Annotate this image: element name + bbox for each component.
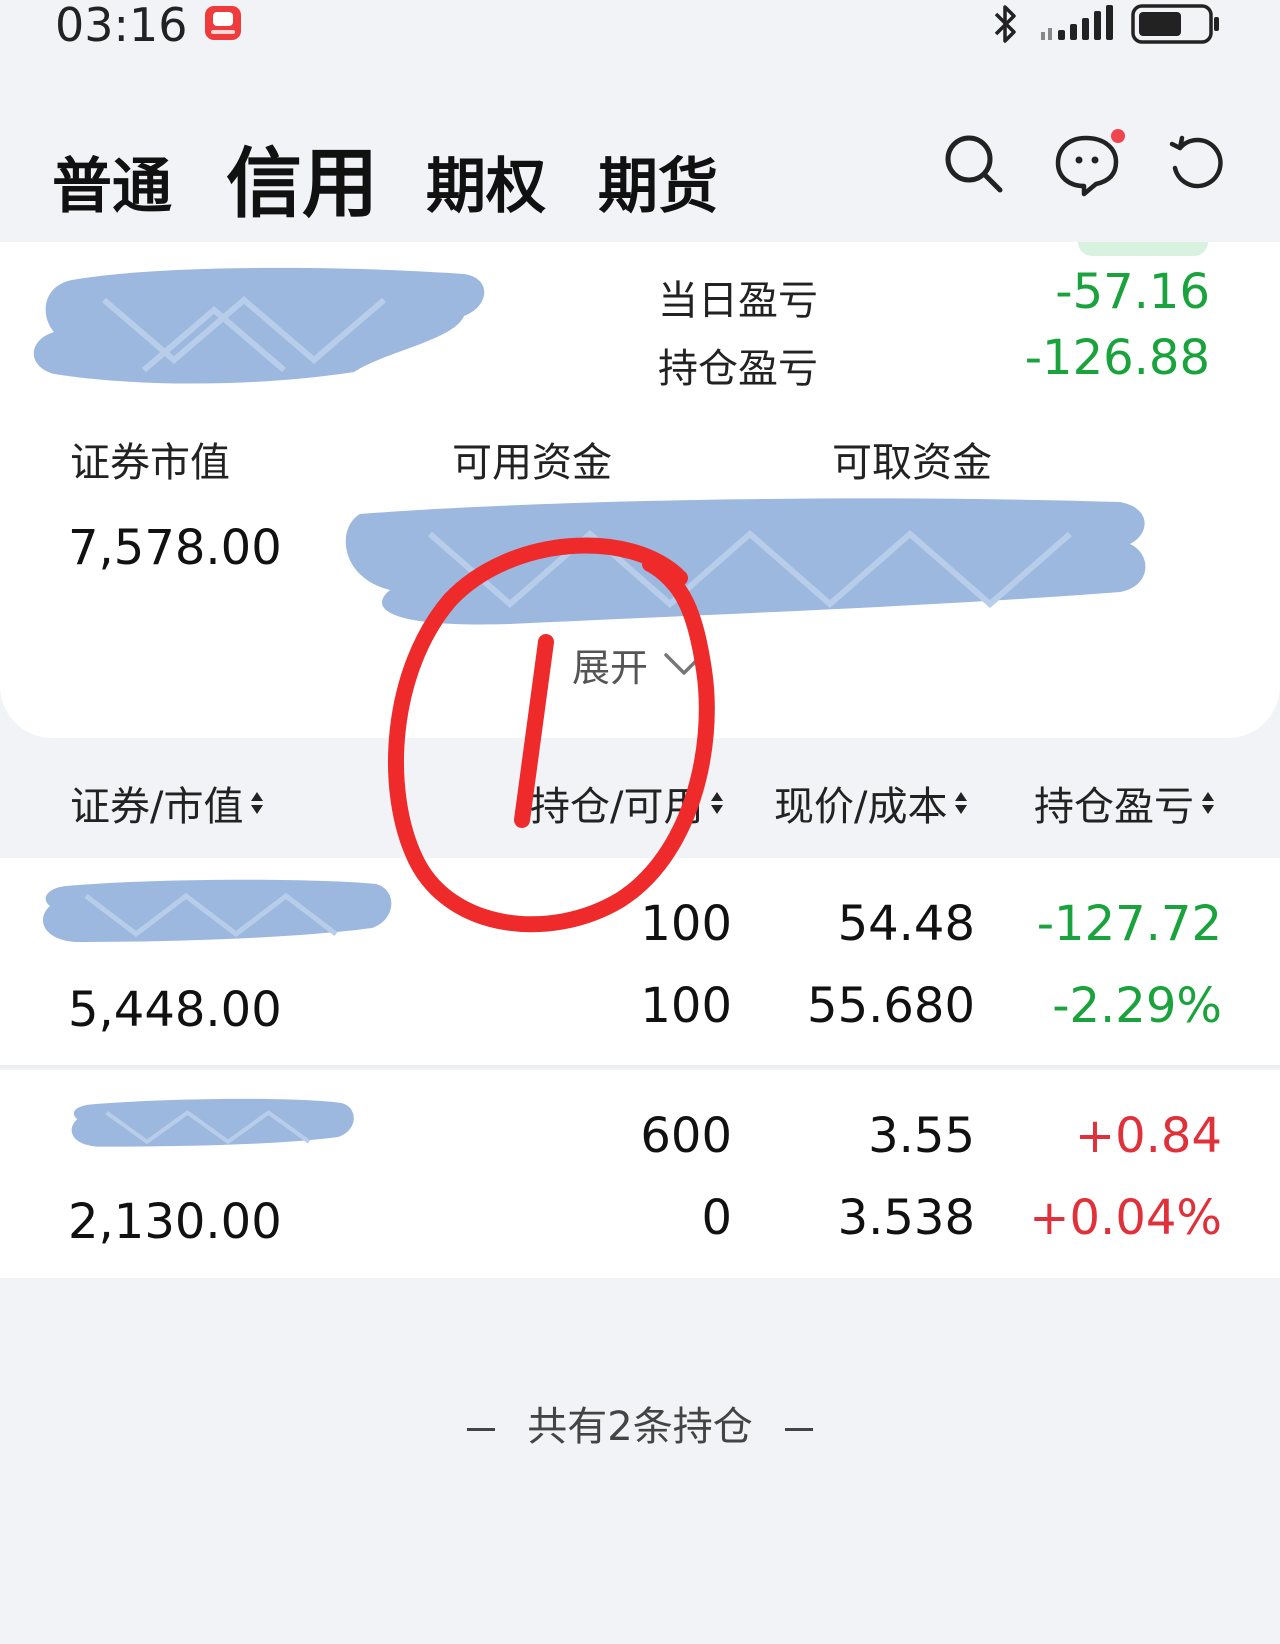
position-pl-pct: +0.04% — [1029, 1190, 1222, 1246]
tab-normal[interactable]: 普通 — [52, 138, 172, 225]
holding-row[interactable]: 5,448.00 100 100 54.48 55.680 -127.72 -2… — [0, 858, 1280, 1068]
app-root: 03:16 普通 信用 期权 期货 当日盈亏 -57.16 持仓盈亏 -126.… — [0, 0, 1280, 1644]
tab-credit[interactable]: 信用 — [226, 122, 378, 232]
holding-row[interactable]: 2,130.00 600 0 3.55 3.538 +0.84 +0.04% — [0, 1070, 1280, 1278]
redacted-account-name — [33, 267, 485, 384]
refresh-icon[interactable] — [1166, 132, 1230, 196]
redacted-security-name — [71, 1098, 354, 1147]
divider — [784, 1427, 813, 1431]
market-value: 2,130.00 — [68, 1194, 282, 1250]
sort-icon — [251, 792, 264, 814]
available-qty: 0 — [701, 1190, 732, 1246]
col-security-value-label: 证券/市值 — [70, 784, 244, 830]
daily-pl-label: 当日盈亏 — [658, 278, 818, 324]
redacted-security-name — [42, 879, 392, 942]
chat-icon[interactable] — [1052, 128, 1132, 198]
withdrawable-funds-label: 可取资金 — [832, 440, 992, 486]
daily-pl-value: -57.16 — [1055, 264, 1210, 320]
position-pl-value: -126.88 — [1024, 330, 1210, 386]
col-position-available[interactable]: 持仓/可用 — [530, 774, 725, 832]
divider — [467, 1427, 496, 1431]
bluetooth-icon — [994, 5, 1016, 43]
redacted-funds — [345, 498, 1146, 625]
tab-options[interactable]: 期权 — [426, 138, 546, 225]
cost-price: 55.680 — [807, 978, 975, 1034]
cost-price: 3.538 — [837, 1190, 975, 1246]
header: 普通 信用 期权 期货 — [0, 70, 1280, 242]
col-price-cost[interactable]: 现价/成本 — [774, 774, 969, 832]
tab-futures[interactable]: 期货 — [598, 138, 718, 225]
chevron-down-icon — [664, 653, 704, 675]
status-time: 03:16 — [55, 0, 188, 52]
sort-icon — [1202, 792, 1214, 814]
expand-label: 展开 — [572, 645, 649, 690]
expand-button[interactable]: 展开 — [572, 634, 706, 694]
status-bar: 03:16 — [0, 0, 1280, 62]
battery-icon — [1131, 4, 1219, 44]
holdings-table-header: 证券/市值 持仓/可用 现价/成本 持仓盈亏 — [0, 738, 1280, 858]
position-pl: -127.72 — [1036, 896, 1222, 952]
current-price: 54.48 — [837, 896, 975, 952]
signal-icon — [1041, 5, 1113, 40]
securities-value: 7,578.00 — [68, 520, 282, 576]
securities-value-label: 证券市值 — [70, 440, 230, 486]
app-badge-icon — [205, 6, 241, 40]
notification-dot — [1111, 129, 1125, 143]
current-price: 3.55 — [868, 1108, 975, 1164]
col-security-value[interactable]: 证券/市值 — [70, 774, 265, 832]
col-position-pl-label: 持仓盈亏 — [1034, 784, 1194, 830]
holdings-count-note: 共有2条持仓 — [0, 1394, 1280, 1452]
position-qty: 100 — [640, 896, 732, 952]
search-icon[interactable] — [940, 130, 1006, 196]
position-pl-label: 持仓盈亏 — [658, 346, 818, 392]
col-position-available-label: 持仓/可用 — [530, 784, 704, 830]
available-funds-label: 可用资金 — [452, 440, 612, 486]
col-position-pl[interactable]: 持仓盈亏 — [1034, 774, 1216, 832]
account-summary-card: 当日盈亏 -57.16 持仓盈亏 -126.88 证券市值 可用资金 可取资金 … — [0, 242, 1280, 738]
sort-icon — [955, 792, 968, 814]
holdings-count-label: 共有2条持仓 — [527, 1404, 753, 1450]
col-price-cost-label: 现价/成本 — [774, 784, 948, 830]
market-value: 5,448.00 — [68, 982, 282, 1038]
position-pl-pct: -2.29% — [1052, 978, 1222, 1034]
position-qty: 600 — [640, 1108, 732, 1164]
sort-icon — [711, 792, 724, 814]
available-qty: 100 — [640, 978, 732, 1034]
green-tag — [1078, 242, 1208, 256]
position-pl: +0.84 — [1074, 1108, 1222, 1164]
